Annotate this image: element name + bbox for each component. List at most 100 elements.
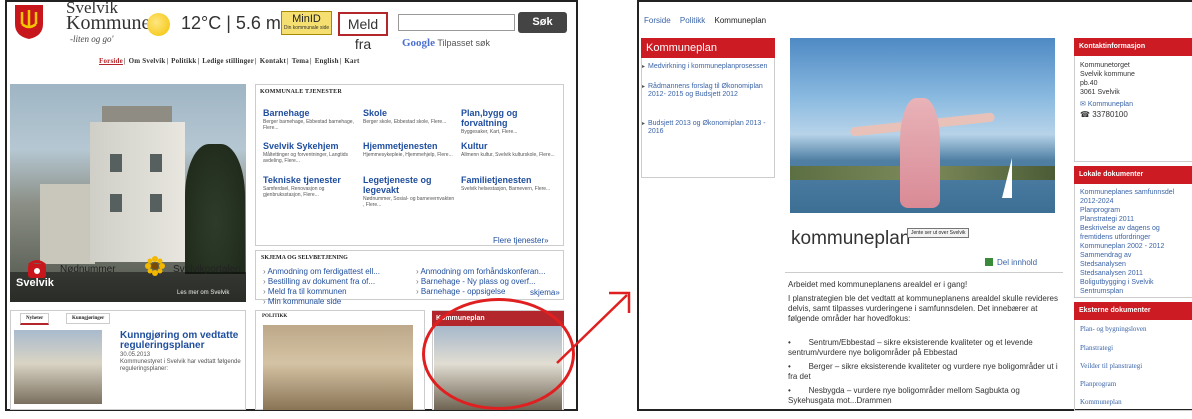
local-doc-link[interactable]: Kommuneplan 2002 - 2012 bbox=[1080, 242, 1164, 251]
article-intro: Arbeidet med kommuneplanens arealdel er … bbox=[788, 280, 968, 289]
article-bullet: • Berger – sikre eksisterende kvaliteter… bbox=[788, 362, 1058, 381]
nav-om-svelvik[interactable]: Om Svelvik bbox=[129, 57, 166, 65]
external-doc-link[interactable]: Planprogram bbox=[1080, 380, 1116, 388]
politics-image[interactable] bbox=[263, 325, 413, 410]
meld-fra-button[interactable]: Meld fra bbox=[338, 12, 388, 52]
service-item[interactable]: Hjemmetjenesten Hjemmesykepleie, Hjemmehj… bbox=[363, 141, 455, 158]
service-desc: Berger barnehage, Ebbestad barnehage, Fl… bbox=[263, 119, 354, 131]
nav-tema[interactable]: Tema bbox=[292, 57, 309, 65]
service-item[interactable]: Barnehage Berger barnehage, Ebbestad barn… bbox=[263, 108, 363, 131]
more-services-link[interactable]: Flere tjenester» bbox=[493, 236, 549, 245]
breadcrumb-forside[interactable]: Forside bbox=[644, 16, 671, 25]
local-doc-link[interactable]: Planstrategi 2011 bbox=[1080, 215, 1134, 224]
local-doc-link[interactable]: Sammendrag av bbox=[1080, 251, 1131, 260]
form-link[interactable]: Anmodning om forhåndskonferan... bbox=[416, 267, 545, 276]
svelvikportalen-link[interactable]: Svelvikportalen bbox=[173, 264, 241, 275]
section-nav-item[interactable]: Rådmannens forslag til Økonomiplan 2012-… bbox=[642, 83, 773, 99]
external-doc-link[interactable]: Kommuneplan bbox=[1080, 398, 1122, 406]
hero-more-link[interactable]: Les mer om Svelvik bbox=[177, 290, 229, 296]
services-heading: Kommunale tjenester bbox=[260, 89, 342, 95]
service-item[interactable]: Plan,bygg og forvaltning Byggesaker, Kart… bbox=[461, 108, 561, 135]
email-icon: ✉ bbox=[1080, 101, 1086, 108]
local-doc-link[interactable]: Sentrumsplan bbox=[1080, 287, 1123, 296]
brand-line2: Kommune bbox=[66, 12, 151, 34]
nav-forside[interactable]: Forside bbox=[99, 57, 123, 65]
top-navigation: Forside| Om Svelvik| Politikk| Ledige st… bbox=[99, 57, 360, 65]
bullet-text: Sentrum/Ebbestad – sikre eksisterende kv… bbox=[788, 338, 1033, 357]
breadcrumb-politikk[interactable]: Politikk bbox=[680, 16, 705, 25]
tab-nyheter[interactable]: Nyheter bbox=[20, 313, 50, 325]
form-link[interactable]: Meld fra til kommunen bbox=[263, 287, 347, 296]
service-desc: Hjemmesykepleie, Hjemmehjelp, Flere... bbox=[363, 152, 453, 158]
service-item[interactable]: Legetjeneste og legevakt Nødnummer, Sosia… bbox=[363, 175, 455, 208]
service-item[interactable]: Familietjenesten Svelvik helsestasjon, Ba… bbox=[461, 175, 561, 192]
contact-line: 3061 Svelvik bbox=[1080, 89, 1120, 96]
local-doc-link[interactable]: Kommuneplanes samfunnsdel bbox=[1080, 188, 1174, 197]
section-nav-item[interactable]: Medvirkning i kommuneplanprosessen bbox=[642, 63, 773, 71]
service-name: Svelvik Sykehjem bbox=[263, 141, 339, 151]
article-bullet: • Sentrum/Ebbestad – sikre eksisterende … bbox=[788, 338, 1033, 357]
share-label: Del innhold bbox=[997, 258, 1038, 267]
service-name: Hjemmetjenesten bbox=[363, 141, 438, 151]
form-link[interactable]: Min kommunale side bbox=[263, 297, 341, 306]
emergency-numbers-link[interactable]: Nødnummer bbox=[60, 264, 116, 275]
service-name: Familietjenesten bbox=[461, 175, 532, 185]
politics-heading: Politikk bbox=[262, 314, 288, 319]
bullet-text: Nesbygda – vurdere nye boligområder mell… bbox=[788, 386, 1020, 405]
article-photo bbox=[790, 38, 1055, 213]
breadcrumb-current: Kommuneplan bbox=[714, 16, 767, 25]
search-button[interactable]: Søk bbox=[518, 12, 567, 33]
external-doc-link[interactable]: Plan- og bygningsloven bbox=[1080, 325, 1147, 333]
nav-politikk[interactable]: Politikk bbox=[171, 57, 196, 65]
form-link[interactable]: Anmodning om ferdigattest ell... bbox=[263, 267, 380, 276]
service-name: Plan,bygg og forvaltning bbox=[461, 108, 518, 128]
local-doc-link[interactable]: Stedsanalysen 2011 bbox=[1080, 269, 1143, 278]
service-item[interactable]: Kultur Allmenn kultur, Svelvik kulturskol… bbox=[461, 141, 561, 158]
service-item[interactable]: Skole Berger skole, Ebbestad skole, Flere… bbox=[363, 108, 455, 125]
google-logo: Google bbox=[402, 37, 435, 49]
contact-phone: ☎ 33780100 bbox=[1080, 110, 1128, 119]
nav-ledige-stillinger[interactable]: Ledige stillinger bbox=[202, 57, 254, 65]
service-desc: Nødnummer, Sosial- og barnevernvakten , … bbox=[363, 196, 455, 208]
nav-kart[interactable]: Kart bbox=[344, 57, 359, 65]
article-bullet: • Nesbygda – vurdere nye boligområder me… bbox=[788, 386, 1020, 405]
external-doc-link[interactable]: Planstrategi bbox=[1080, 344, 1113, 352]
tab-kunngjoringer[interactable]: Kunngjøringer bbox=[66, 313, 111, 324]
coat-of-arms-icon bbox=[15, 5, 43, 39]
search-input[interactable] bbox=[398, 14, 515, 31]
share-link[interactable]: Del innhold bbox=[985, 258, 1037, 267]
form-link[interactable]: Barnehage - Ny plass og overf... bbox=[416, 277, 536, 286]
form-link[interactable]: Bestilling av dokument fra of... bbox=[263, 277, 375, 286]
local-doc-link[interactable]: Planprogram bbox=[1080, 206, 1120, 215]
local-doc-link[interactable]: Boligutbygging i Svelvik bbox=[1080, 278, 1154, 287]
section-nav bbox=[641, 38, 775, 178]
external-doc-link[interactable]: Veilder til planstrategi bbox=[1080, 362, 1142, 370]
weather-readout: 12°C | 5.6 m/s bbox=[181, 13, 295, 33]
sun-icon bbox=[147, 13, 170, 36]
local-doc-link[interactable]: Stedsanalysen bbox=[1080, 260, 1126, 269]
page-title: kommuneplan bbox=[791, 228, 911, 249]
minid-button[interactable]: MinID Din kommunale side bbox=[281, 11, 332, 35]
nav-kontakt[interactable]: Kontakt bbox=[260, 57, 286, 65]
service-item[interactable]: Svelvik Sykehjem Måltettinger og forventn… bbox=[263, 141, 363, 164]
nav-english[interactable]: English bbox=[315, 57, 339, 65]
contact-email: Kommuneplan bbox=[1087, 101, 1133, 108]
contact-email-link[interactable]: ✉ Kommuneplan bbox=[1080, 100, 1133, 109]
article-paragraph: I planstrategien ble det vedtatt at komm… bbox=[788, 294, 1058, 323]
service-desc: Byggesaker, Kart, Flere... bbox=[461, 129, 518, 135]
brand-tagline: -liten og go' bbox=[70, 34, 114, 44]
service-desc: Måltettinger og forventninger, Langtids … bbox=[263, 152, 349, 164]
local-doc-link[interactable]: Beskrivelse av dagens og bbox=[1080, 224, 1160, 233]
local-doc-link[interactable]: fremtidens utfordringer bbox=[1080, 233, 1150, 242]
local-doc-link[interactable]: 2012-2024 bbox=[1080, 197, 1113, 206]
section-nav-item[interactable]: Budsjett 2013 og Økonomiplan 2013 - 2016 bbox=[642, 120, 773, 136]
form-link[interactable]: Barnehage - oppsigelse bbox=[416, 287, 506, 296]
google-powered: Tilpasset søk bbox=[437, 38, 491, 48]
news-image[interactable] bbox=[14, 330, 102, 404]
bullet-text: Berger – sikre eksisterende kvaliteter o… bbox=[788, 362, 1058, 381]
service-name: Legetjeneste og legevakt bbox=[363, 175, 432, 195]
news-title-link[interactable]: Kunngjøring om vedtatte reguleringsplane… bbox=[120, 331, 245, 351]
service-item[interactable]: Tekniske tjenester Samferdsel, Renovasjon… bbox=[263, 175, 363, 198]
section-nav-heading: Kommuneplan bbox=[641, 38, 775, 58]
breadcrumb: Forside Politikk Kommuneplan bbox=[644, 16, 773, 25]
